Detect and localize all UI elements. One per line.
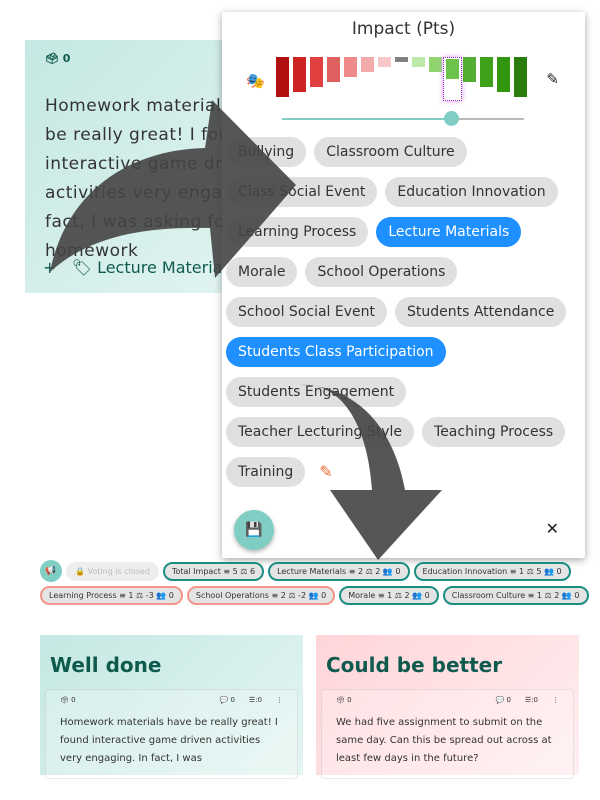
impact-bar[interactable] (446, 59, 459, 79)
more-menu-icon[interactable]: ⋮ (276, 696, 283, 704)
card-text: Homework materials have be really great!… (60, 717, 278, 764)
save-button[interactable]: 💾 (234, 510, 274, 550)
impact-bar[interactable] (361, 57, 374, 72)
tag-chip[interactable]: Teaching Process (422, 417, 566, 447)
impact-bar[interactable] (378, 57, 391, 67)
tag-chip[interactable]: Education Innovation (385, 177, 558, 207)
impact-bar[interactable] (412, 57, 425, 67)
tag-chip[interactable]: Lecture Materials (376, 217, 522, 247)
impact-bar[interactable] (310, 57, 323, 87)
card-text: We had five assignment to submit on the … (336, 717, 552, 764)
tag-chip[interactable]: Teacher Lecturing Style (226, 417, 415, 447)
impact-summary-chip[interactable]: School Operations ≡ 2 ⚖ -2 👥 0 (186, 586, 336, 605)
tag-icon: 🏷 (71, 258, 92, 277)
action-items-count[interactable]: ☰:0 (525, 696, 538, 704)
theater-masks-icon: 🎭 (246, 72, 265, 90)
impact-summary-chip[interactable]: Morale ≡ 1 ⚖ 2 👥 0 (339, 586, 439, 605)
tag-list: Bullying Classroom Culture Class Social Ev… (226, 137, 582, 487)
column-could-be-better: Could be better 🗳 0 💬 0 ☰:0 ⋮ We had five a… (316, 635, 579, 779)
column-title: Well done (50, 653, 162, 677)
tag-chip[interactable]: Learning Process (226, 217, 369, 247)
impact-slider[interactable] (282, 111, 524, 126)
impact-bar[interactable] (514, 57, 527, 97)
column-well-done: Well done 🗳 0 💬 0 ☰:0 ⋮ Homework materials … (40, 635, 303, 779)
edit-icon[interactable]: ✎ (546, 70, 559, 88)
retro-card[interactable]: 🗳 0 💬 0 ☰:0 ⋮ We had five assignment to sub… (321, 689, 574, 779)
impact-scale[interactable] (276, 57, 532, 107)
impact-bar[interactable] (463, 57, 476, 82)
tag-chip[interactable]: Students Attendance (395, 297, 567, 327)
impact-summary-chip[interactable]: Lecture Materials ≡ 2 ⚖ 2 👥 0 (268, 561, 410, 581)
tag-chip[interactable]: Class Social Event (226, 177, 378, 207)
column-title: Could be better (326, 653, 503, 677)
tag-chip[interactable]: Students Engagement (226, 377, 407, 407)
tag-chip[interactable]: Classroom Culture (314, 137, 467, 167)
vote-count[interactable]: 🗳 0 (60, 696, 76, 704)
impact-summary-chip[interactable]: Learning Process ≡ 1 ⚖ -3 👥 0 (40, 586, 183, 605)
impact-bar[interactable] (429, 57, 442, 72)
retro-card[interactable]: 🗳 0 💬 0 ☰:0 ⋮ Homework materials have be re… (45, 689, 298, 779)
voting-status: 🔒 Voting is closed (66, 561, 159, 581)
impact-summary-chip[interactable]: Education Innovation ≡ 1 ⚖ 5 👥 0 (413, 561, 571, 581)
add-icon[interactable]: + (43, 258, 56, 277)
action-items-count[interactable]: ☰:0 (249, 696, 262, 704)
tag-chip[interactable]: School Operations (305, 257, 458, 287)
vote-count[interactable]: 🗳 0 (45, 52, 70, 65)
tag-chip[interactable]: Students Class Participation (226, 337, 446, 367)
impact-popover: Impact (Pts) 🎭 ✎ Bullying Classroom Cultu… (222, 12, 585, 558)
comments-count[interactable]: 💬 0 (219, 696, 234, 704)
more-menu-icon[interactable]: ⋮ (552, 696, 559, 704)
impact-bar[interactable] (497, 57, 510, 92)
megaphone-button[interactable]: 📢 (40, 560, 62, 582)
tag-chip[interactable]: Morale (226, 257, 298, 287)
popover-title: Impact (Pts) (351, 19, 456, 39)
impact-summary-chip[interactable]: Classroom Culture ≡ 1 ⚖ 2 👥 0 (442, 586, 589, 605)
impact-bar[interactable] (327, 57, 340, 82)
vote-count[interactable]: 🗳 0 (336, 696, 352, 704)
edit-tags-icon[interactable]: ✎ (313, 457, 338, 487)
impact-bar[interactable] (395, 57, 408, 62)
impact-bar[interactable] (293, 57, 306, 92)
close-button[interactable]: ✕ (546, 519, 559, 538)
comments-count[interactable]: 💬 0 (495, 696, 510, 704)
impact-bar[interactable] (480, 57, 493, 87)
tag-chip[interactable]: School Social Event (226, 297, 387, 327)
background-card: 🗳 0 Homework materials have be really gr… (25, 40, 290, 293)
tag-chip[interactable]: Bullying (226, 137, 307, 167)
impact-bar[interactable] (276, 57, 289, 97)
summary-chips: 📢 🔒 Voting is closed Total Impact ≡ 5 ⚖ … (40, 560, 590, 605)
slider-thumb[interactable] (444, 111, 460, 126)
tag-line: + 🏷 Lecture Materials (43, 258, 236, 277)
tag-chip[interactable]: Training (226, 457, 306, 487)
impact-summary-chip[interactable]: Total Impact ≡ 5 ⚖ 6 (162, 561, 265, 581)
impact-bar[interactable] (344, 57, 357, 77)
save-icon: 💾 (245, 522, 263, 538)
